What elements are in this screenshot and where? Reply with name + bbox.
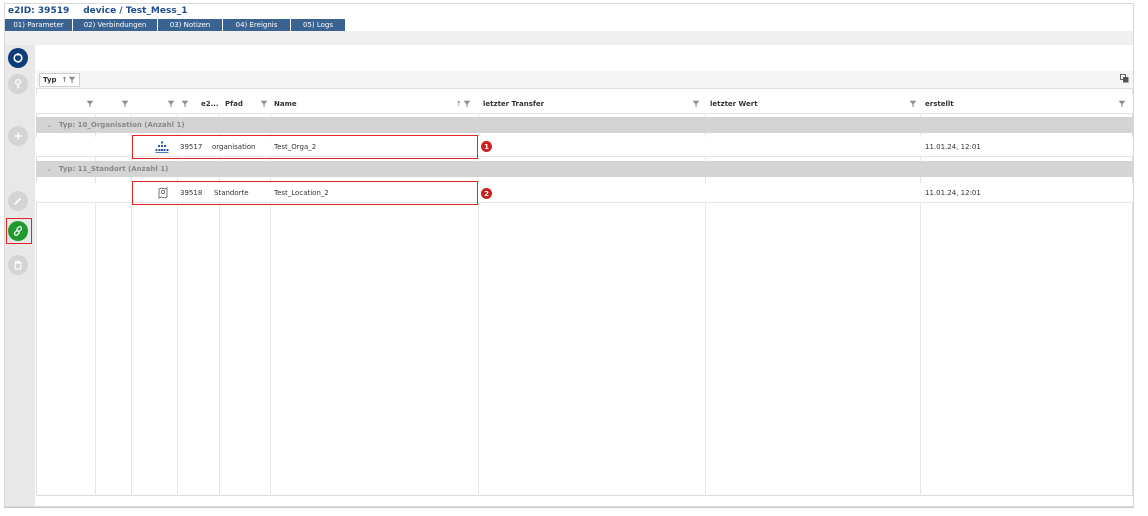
tab-parameter[interactable]: 01) Parameter	[5, 19, 72, 31]
refresh-icon	[13, 53, 23, 63]
cell-erstellt: 11.01.24, 12:01	[925, 189, 981, 197]
pencil-icon	[14, 197, 22, 205]
trash-icon	[14, 260, 22, 270]
plus-icon	[14, 132, 22, 140]
key-icon	[14, 78, 22, 89]
tab-bar: 01) Parameter 02) Verbindungen 03) Notiz…	[5, 19, 346, 31]
row-highlight-2	[132, 181, 478, 205]
column-header-e2id[interactable]: e2...	[201, 94, 219, 114]
column-header-letzter-transfer[interactable]: letzter Transfer	[483, 94, 544, 114]
refresh-button[interactable]	[8, 48, 28, 68]
export-icon[interactable]	[1120, 74, 1129, 83]
group-label: Typ: 11_Standort (Anzahl 1)	[58, 165, 169, 173]
record-header: e2ID: 39519 device / Test_Mess_1	[5, 4, 187, 18]
tab-strip-background	[5, 31, 1133, 45]
filter-icon[interactable]	[167, 100, 175, 108]
tab-verbindungen[interactable]: 02) Verbindungen	[73, 19, 157, 31]
device-window: e2ID: 39519 device / Test_Mess_1 01) Par…	[4, 3, 1134, 507]
filter-icon[interactable]	[463, 100, 471, 108]
filter-icon[interactable]	[181, 100, 189, 108]
group-label: Typ: 10_Organisation (Anzahl 1)	[58, 121, 185, 129]
column-header-letzter-wert[interactable]: letzter Wert	[710, 94, 758, 114]
e2id-label: e2ID: 39519	[8, 6, 70, 16]
tab-notizen[interactable]: 03) Notizen	[158, 19, 222, 31]
sort-asc-icon: ↑	[61, 75, 68, 84]
cell-erstellt: 11.01.24, 12:01	[925, 143, 981, 151]
group-row-standort[interactable]: ⌄ Typ: 11_Standort (Anzahl 1)	[36, 161, 1133, 177]
group-chip-label: Typ	[43, 75, 57, 84]
record-path: device / Test_Mess_1	[83, 6, 188, 16]
add-button[interactable]	[8, 126, 28, 146]
sort-asc-icon: ↑	[456, 100, 462, 108]
key-button[interactable]	[8, 74, 28, 94]
filter-icon[interactable]	[909, 100, 917, 108]
filter-icon[interactable]	[260, 100, 268, 108]
edit-button[interactable]	[8, 191, 28, 211]
delete-button[interactable]	[8, 255, 28, 275]
column-header-erstellt[interactable]: erstellt	[925, 94, 954, 114]
link-button-highlight	[6, 218, 32, 244]
tab-ereignis[interactable]: 04) Ereignis	[223, 19, 290, 31]
filter-icon[interactable]	[1118, 100, 1126, 108]
group-row-organisation[interactable]: ⌄ Typ: 10_Organisation (Anzahl 1)	[36, 117, 1133, 133]
column-header-row: e2... Pfad Name ↑ letzter Transfer letzt…	[36, 94, 1133, 114]
step-marker-2: 2	[481, 188, 492, 199]
column-header-name[interactable]: Name	[274, 94, 297, 114]
step-marker-1: 1	[481, 141, 492, 152]
action-sidebar: 3	[5, 45, 48, 506]
row-highlight-1	[132, 135, 478, 159]
chevron-down-icon[interactable]: ⌄	[46, 165, 52, 173]
filter-icon[interactable]	[86, 100, 94, 108]
chevron-down-icon[interactable]: ⌄	[46, 121, 52, 129]
filter-icon[interactable]	[692, 100, 700, 108]
group-chip-typ[interactable]: Typ ↑	[39, 72, 81, 87]
column-header-pfad[interactable]: Pfad	[225, 94, 243, 114]
group-by-bar: Typ ↑	[36, 71, 1133, 89]
tab-logs[interactable]: 05) Logs	[291, 19, 345, 31]
bottom-divider	[4, 507, 1134, 508]
filter-icon[interactable]	[121, 100, 129, 108]
filter-icon[interactable]	[68, 76, 76, 84]
